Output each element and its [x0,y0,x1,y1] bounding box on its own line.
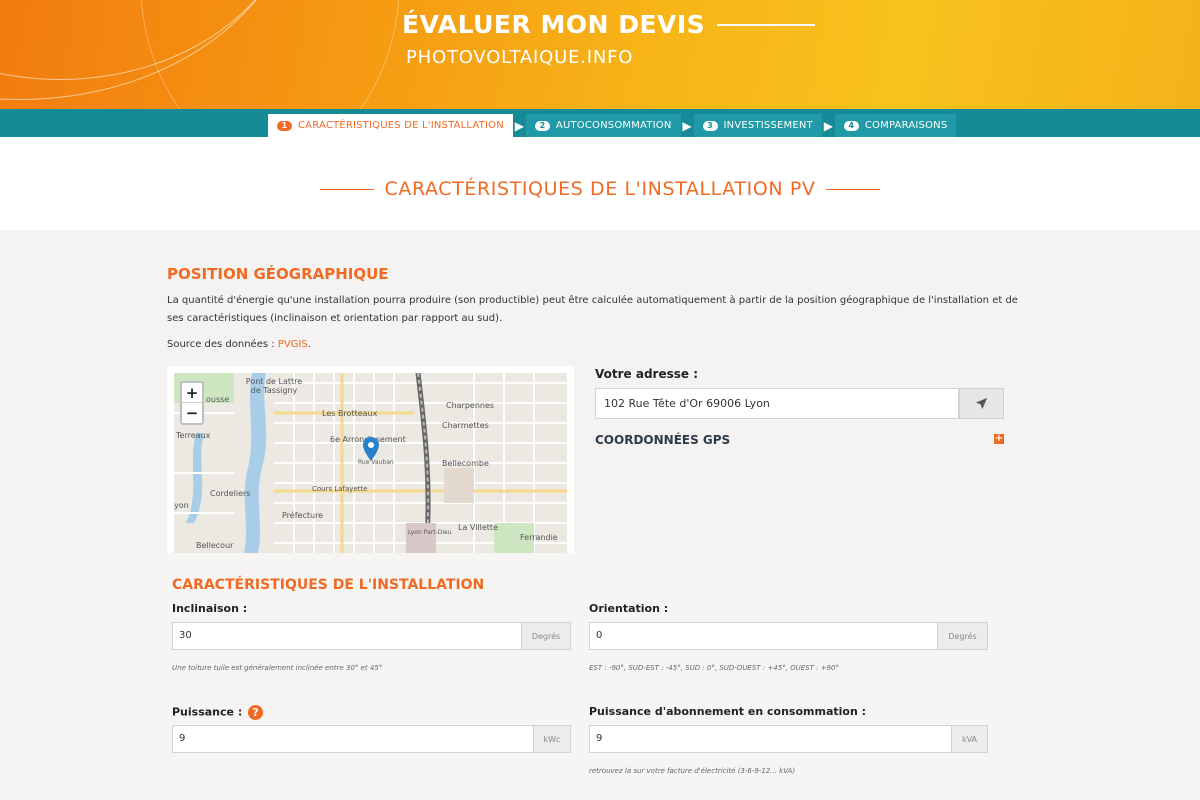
map-label: Les Brotteaux [322,409,378,418]
map-zoom-control: + − [180,381,204,425]
map-label: Bellecombe [442,459,489,468]
abonnement-input[interactable]: 9 [589,725,952,753]
map-label: La Villette [458,523,498,532]
map-label: Préfecture [282,511,324,520]
abonnement-unit: kVA [951,725,988,753]
site-subtitle: PHOTOVOLTAIQUE.INFO [406,47,634,68]
step-3-investissement[interactable]: 3 INVESTISSEMENT [693,114,822,137]
step-number: 1 [277,120,292,131]
address-input[interactable]: 102 Rue Tête d'Or 69006 Lyon [595,388,959,419]
abonnement-hint: retrouvez la sur votre facture d'électri… [589,767,796,775]
orientation-label: Orientation : [589,602,669,615]
abonnement-label: Puissance d'abonnement en consommation : [589,705,867,718]
map-label: yon [174,501,189,510]
source-prefix: Source des données : [167,339,278,350]
step-label: AUTOCONSOMMATION [555,120,672,131]
site-title: ÉVALUER MON DEVIS [402,10,816,39]
chevron-right-icon: ▶ [512,114,526,137]
puissance-label-text: Puissance : [172,705,243,719]
pvgis-link[interactable]: PVGIS [278,339,308,350]
address-label: Votre adresse : [595,367,698,381]
puissance-input[interactable]: 9 [172,725,534,753]
decorative-arc [140,0,400,109]
step-4-comparaisons[interactable]: 4 COMPARAISONS [834,114,957,137]
step-number: 3 [702,120,718,131]
data-source: Source des données : PVGIS. [167,339,311,350]
page-title: CARACTÉRISTIQUES DE L'INSTALLATION PV [0,178,1200,200]
header-banner: ÉVALUER MON DEVIS PHOTOVOLTAIQUE.INFO [0,0,1200,109]
map-label: Lyon Part-Dieu [408,529,452,536]
step-label: CARACTÉRISTIQUES DE L'INSTALLATION [298,120,504,131]
map-label: Charpennes [446,401,495,410]
map-label: Terreaux [176,431,211,440]
map-label: Cours Lafayette [312,485,368,493]
orientation-hint: EST : -90°, SUD-EST : -45°, SUD : 0°, SU… [589,664,839,672]
inclinaison-label: Inclinaison : [172,602,248,615]
step-label: INVESTISSEMENT [723,120,813,131]
position-heading: POSITION GÉOGRAPHIQUE [167,265,389,283]
gps-coordinates-toggle[interactable]: COORDONNÉES GPS [595,433,730,447]
map-label: Cordeliers [210,489,251,498]
step-2-autoconsommation[interactable]: 2 AUTOCONSOMMATION [525,114,681,137]
step-number: 2 [534,120,550,131]
installation-heading: CARACTÉRISTIQUES DE L'INSTALLATION [172,577,485,593]
inclinaison-hint: Une toiture tuile est généralement incli… [172,664,383,672]
map-label: Pont de Lattre de Tassigny [245,377,303,395]
inclinaison-input[interactable]: 30 [172,622,522,650]
orientation-input[interactable]: 0 [589,622,938,650]
step-navigation: 1 CARACTÉRISTIQUES DE L'INSTALLATION ▶ 2… [268,114,957,137]
zoom-in-button[interactable]: + [182,383,202,403]
map[interactable]: + − Pont de Lattre de Tassigny Les Brott… [174,373,567,553]
zoom-out-button[interactable]: − [182,403,202,423]
puissance-label: Puissance : ? [172,705,264,720]
orientation-unit: Degrés [937,622,988,650]
map-label: ousse [206,395,230,404]
map-label: Charmettes [442,421,489,430]
map-label: Bellecour [196,541,234,550]
map-marker-icon[interactable] [363,437,379,461]
chevron-right-icon: ▶ [680,114,694,137]
puissance-unit: kWc [533,725,571,753]
inclinaison-unit: Degrés [521,622,571,650]
help-icon[interactable]: ? [248,705,264,720]
step-number: 4 [843,120,859,131]
locate-button[interactable] [959,388,1004,419]
source-suffix: . [307,339,311,350]
location-arrow-icon [975,397,988,410]
chevron-right-icon: ▶ [821,114,835,137]
map-container: + − Pont de Lattre de Tassigny Les Brott… [167,366,574,553]
step-1-installation[interactable]: 1 CARACTÉRISTIQUES DE L'INSTALLATION [268,114,513,137]
step-label: COMPARAISONS [864,120,948,131]
position-description: La quantité d'énergie qu'une installatio… [167,295,1018,324]
plus-icon[interactable]: + [994,434,1004,444]
map-label: Ferrandie [520,533,558,542]
